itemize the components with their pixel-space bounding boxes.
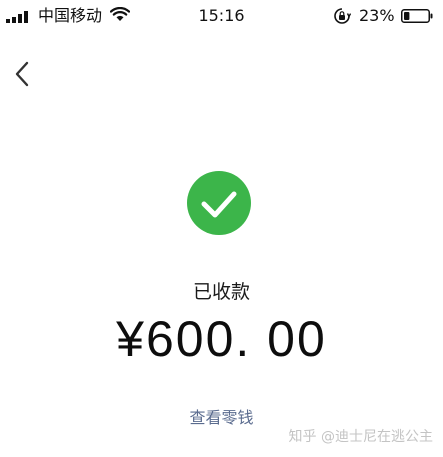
battery-percent: 23% — [359, 6, 395, 25]
battery-icon — [401, 9, 433, 23]
chevron-left-icon — [15, 61, 29, 87]
watermark: 知乎 @迪士尼在逃公主 — [288, 429, 433, 445]
check-circle-icon — [187, 171, 251, 235]
view-change-link[interactable]: 查看零钱 — [0, 407, 443, 429]
status-bar: 中国移动 15:16 23% — [0, 0, 443, 32]
payment-status-label: 已收款 — [192, 281, 250, 303]
received-amount: ¥600. 00 — [116, 311, 327, 367]
rotation-lock-icon — [334, 8, 351, 24]
back-button[interactable] — [8, 58, 36, 90]
